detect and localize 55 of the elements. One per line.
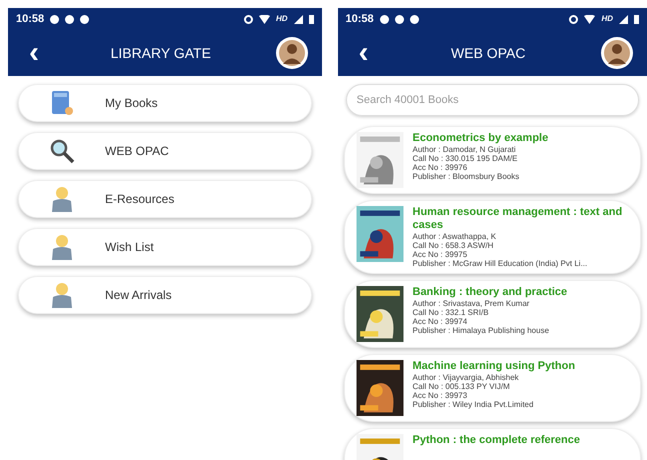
book-card[interactable]: Machine learning using Python Author : Vijayvargia, Abhishek Call No : 005.133 PY VIJ/M Acc No : 39973 Publisher : Wiley India Pvt.Limited (344, 354, 641, 422)
clock-time: 10:58 (16, 12, 44, 27)
book-detail: Acc No : 39975 (412, 250, 468, 259)
book-title: Human resource management : text and cases (412, 206, 624, 232)
menu-item[interactable]: New Arrivals (18, 276, 312, 314)
book-detail: Publisher : McGraw Hill Education (India) Pvt Li... (412, 259, 588, 268)
menu-item[interactable]: WEB OPAC (18, 132, 312, 170)
book-detail: Author : Srivastava, Prem Kumar (412, 299, 530, 308)
menu-item[interactable]: My Books (18, 84, 312, 122)
book-card[interactable]: Banking : theory and practice Author : Srivastava, Prem Kumar Call No : 332.1 SRI/B Acc No : 39974 Publisher : Himalaya Publishing house (344, 280, 641, 348)
menu-item[interactable]: Wish List (18, 228, 312, 266)
search-icon (49, 138, 75, 164)
book-card[interactable]: Human resource management : text and cases Author : Aswathappa, K Call No : 658.3 ASW/H Acc No : 39975 Publisher : McGraw Hill Education (India) Pvt Li... (344, 200, 641, 274)
alarm-icon (244, 14, 253, 24)
book-detail: Publisher : Bloomsbury Books (412, 172, 520, 181)
avatar-icon[interactable] (276, 37, 308, 69)
book-title: Banking : theory and practice (412, 286, 568, 299)
battery-icon (308, 14, 314, 24)
book-detail: Author : Aswathappa, K (412, 232, 498, 241)
book-detail: Call No : 332.1 SRI/B (412, 308, 490, 317)
book-detail: Publisher : Himalaya Publishing house (412, 326, 550, 335)
book-detail: Acc No : 39973 (412, 391, 468, 400)
screen-title: WEB OPAC (450, 44, 526, 62)
person-icon (49, 282, 75, 308)
signal-icon (294, 14, 302, 24)
book-icon (49, 90, 75, 116)
menu-item[interactable]: E-Resources (18, 180, 312, 218)
screen-title: LIBRARY GATE (110, 44, 212, 62)
network-type: HD (276, 13, 288, 25)
book-detail: Author : Damodar, N Gujarati (412, 145, 517, 154)
search-field[interactable]: Search 40001 Books (346, 84, 639, 116)
book-card[interactable]: Econometrics by example Author : Damodar, N Gujarati Call No : 330.015 195 DAM/E Acc No : 39976 Publisher : Bloomsbury Books (344, 126, 641, 194)
book-detail: Acc No : 39974 (412, 317, 468, 326)
person-icon (49, 234, 75, 260)
book-detail: Publisher : Wiley India Pvt.Limited (412, 400, 534, 409)
book-detail: Acc No : 39976 (412, 163, 468, 172)
battery-icon (634, 14, 639, 24)
network-type: HD (601, 13, 613, 25)
person-icon (49, 186, 75, 212)
book-detail: Call No : 005.133 PY VIJ/M (412, 382, 511, 391)
clock-time: 10:58 (346, 12, 374, 27)
back-button[interactable]: ‹ (22, 38, 46, 68)
book-card[interactable]: Python : the complete reference (344, 428, 641, 460)
book-detail: Call No : 658.3 ASW/H (412, 241, 494, 250)
signal-icon (619, 14, 628, 24)
book-title: Machine learning using Python (412, 360, 576, 373)
wifi-icon (584, 14, 596, 24)
book-detail: Call No : 330.015 195 DAM/E (412, 154, 518, 163)
book-title: Econometrics by example (412, 132, 548, 145)
book-detail: Author : Vijayvargia, Abhishek (412, 373, 520, 382)
wifi-icon (258, 14, 270, 24)
alarm-icon (569, 14, 578, 24)
back-button[interactable]: ‹ (352, 38, 376, 68)
book-title: Python : the complete reference (412, 434, 580, 447)
avatar-icon[interactable] (601, 37, 633, 69)
